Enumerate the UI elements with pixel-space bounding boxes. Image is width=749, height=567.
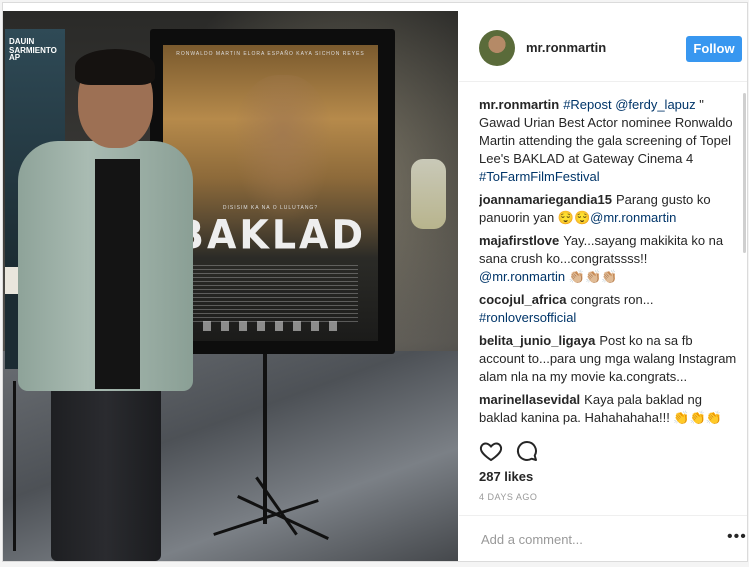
caption: mr.ronmartin #Repost @ferdy_lapuz " Gawad…	[479, 96, 737, 186]
person-shirt	[95, 159, 140, 389]
comment-username[interactable]: cocojul_africa	[479, 292, 566, 307]
heart-icon[interactable]	[479, 439, 503, 468]
list-item: belita_junio_ligaya Post ko na sa fb acco…	[479, 332, 737, 386]
comment-text: congrats ron...	[570, 292, 654, 307]
caption-hashtag[interactable]: #ToFarmFilmFestival	[479, 169, 600, 184]
movie-poster: RONWALDO MARTIN ELORA ESPAÑO KAYA SICHON…	[163, 45, 378, 341]
poster-names: RONWALDO MARTIN ELORA ESPAÑO KAYA SICHON…	[176, 51, 365, 57]
caption-username[interactable]: mr.ronmartin	[479, 97, 559, 112]
comment-username[interactable]: marinellasevidal	[479, 392, 580, 407]
list-item: majafirstlove Yay...sayang makikita ko na…	[479, 232, 737, 286]
poster-face	[233, 75, 333, 225]
post-sidebar: mr.ronmartin Follow mr.ronmartin #Repost …	[459, 3, 747, 561]
person-hair	[75, 49, 155, 85]
add-comment-bar: •••	[459, 515, 747, 562]
post-header: mr.ronmartin Follow	[459, 3, 747, 82]
poster-credits	[183, 265, 358, 325]
background-person	[411, 159, 446, 229]
comment-mention[interactable]: @mr.ronmartin	[590, 210, 676, 225]
comment-username[interactable]: belita_junio_ligaya	[479, 333, 595, 348]
comment-mention[interactable]: @mr.ronmartin	[479, 269, 565, 284]
list-item: joannamariegandia15 Parang gusto ko panuo…	[479, 191, 737, 227]
comment-username[interactable]: majafirstlove	[479, 233, 559, 248]
comments-list: mr.ronmartin #Repost @ferdy_lapuz " Gawad…	[479, 96, 737, 426]
list-item: cocojul_africa congrats ron... #ronlovers…	[479, 291, 737, 327]
post-card: DAUIN SARMIENTO AP RONWALDO MARTIN ELORA…	[2, 2, 748, 562]
action-bar	[479, 439, 739, 465]
post-timestamp[interactable]: 4 DAYS AGO	[479, 492, 537, 502]
comments-scrollbar[interactable]	[743, 93, 746, 253]
more-options-icon[interactable]: •••	[727, 528, 747, 546]
comment-bubble-icon[interactable]	[515, 439, 539, 468]
username-link[interactable]: mr.ronmartin	[526, 40, 606, 55]
caption-link-repost[interactable]: #Repost	[563, 97, 611, 112]
tripod-pole	[263, 354, 267, 524]
poster-tagline: DISISIM KA NA O LULUTANG?	[222, 205, 319, 211]
poster-logos	[203, 321, 343, 331]
avatar[interactable]	[479, 30, 515, 66]
comment-hashtag[interactable]: #ronloversofficial	[479, 310, 576, 325]
follow-button[interactable]: Follow	[686, 36, 742, 62]
comment-emoji: 👏🏼👏🏼👏🏼	[568, 269, 618, 284]
side-stand-pole	[13, 381, 16, 551]
poster-title: BAKLAD	[175, 211, 366, 259]
add-comment-input[interactable]	[479, 528, 703, 550]
list-item: marinellasevidal Kaya pala baklad ng bakl…	[479, 391, 737, 426]
caption-mention[interactable]: @ferdy_lapuz	[615, 97, 695, 112]
likes-count[interactable]: 287 likes	[479, 469, 533, 484]
post-photo[interactable]: DAUIN SARMIENTO AP RONWALDO MARTIN ELORA…	[3, 11, 458, 561]
person-legs	[51, 386, 161, 561]
side-poster-text-2: AP	[9, 53, 21, 62]
comment-username[interactable]: joannamariegandia15	[479, 192, 612, 207]
